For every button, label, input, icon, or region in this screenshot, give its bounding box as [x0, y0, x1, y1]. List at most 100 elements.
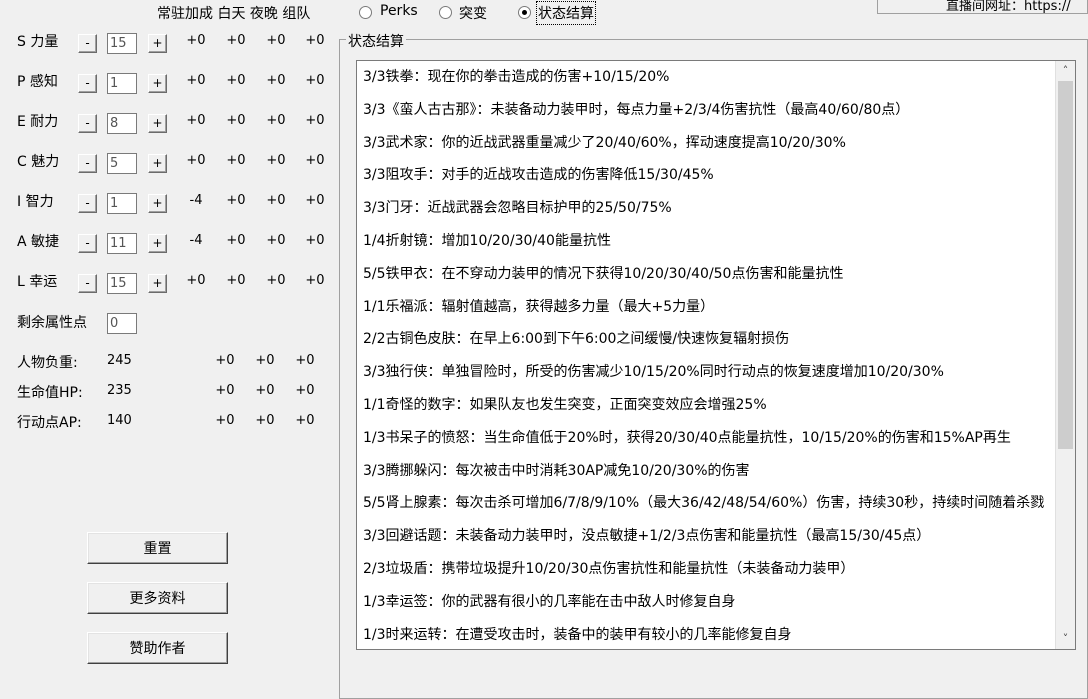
more-info-button[interactable]: 更多资料	[87, 582, 228, 614]
stat-decrease-button[interactable]: -	[78, 194, 97, 213]
stat-bonus: +0	[266, 113, 286, 128]
tab-mutations[interactable]: 突变	[459, 3, 487, 23]
tab-status-radio[interactable]	[518, 6, 531, 19]
chevron-down-icon[interactable]: ˅	[1056, 629, 1075, 649]
remaining-points-field[interactable]	[107, 313, 137, 334]
stat-label: E 耐力	[17, 114, 59, 130]
stat-bonus: -4	[189, 233, 203, 248]
stat-increase-button[interactable]: +	[148, 34, 167, 53]
derived-bonus: +0	[255, 413, 275, 428]
result-line: 3/3门牙：近战武器会忽略目标护甲的25/50/75%	[363, 200, 672, 217]
stat-value-field[interactable]	[107, 113, 137, 134]
result-line: 5/5铁甲衣：在不穿动力装甲的情况下获得10/20/30/40/50点伤害和能量…	[363, 265, 844, 282]
stat-decrease-button[interactable]: -	[78, 154, 97, 173]
column-headers: 常驻加成 白天 夜晚 组队	[157, 6, 311, 22]
stat-bonus: +0	[226, 193, 246, 208]
derived-bonus: +0	[295, 383, 315, 398]
derived-label: 生命值HP:	[17, 385, 83, 401]
stat-label: L 幸运	[17, 274, 58, 290]
stat-bonus: +0	[266, 273, 286, 288]
stat-decrease-button[interactable]: -	[78, 114, 97, 133]
stat-increase-button[interactable]: +	[148, 194, 167, 213]
result-line: 1/4折射镜：增加10/20/30/40能量抗性	[363, 233, 611, 249]
derived-bonus: +0	[215, 353, 235, 368]
reset-button[interactable]: 重置	[87, 532, 228, 564]
stat-bonus: +0	[305, 113, 325, 128]
stat-decrease-button[interactable]: -	[78, 234, 97, 253]
stat-increase-button[interactable]: +	[148, 154, 167, 173]
result-line: 3/3回避话题：未装备动力装甲时，没点敏捷+1/2/3点伤害和能量抗性（最高15…	[363, 528, 931, 545]
stat-value-field[interactable]	[107, 273, 137, 294]
stat-label: P 感知	[17, 74, 58, 90]
result-line: 3/3《蛮人古古那》：未装备动力装甲时，每点力量+2/3/4伤害抗性（最高40/…	[363, 101, 910, 118]
stat-increase-button[interactable]: +	[148, 274, 167, 293]
stream-url-field: 直播间网址：https://	[877, 0, 1088, 14]
stat-label: I 智力	[17, 194, 54, 210]
result-line: 1/3时来运转：在遭受攻击时，装备中的装甲有较小的几率能修复自身	[363, 626, 792, 643]
stat-value-field[interactable]	[107, 73, 137, 94]
stat-increase-button[interactable]: +	[148, 74, 167, 93]
remaining-points-label: 剩余属性点	[17, 315, 87, 331]
sponsor-button[interactable]: 赞助作者	[87, 632, 228, 664]
scrollbar-thumb[interactable]	[1058, 81, 1073, 449]
stat-bonus: -4	[189, 193, 203, 208]
stat-bonus: +0	[186, 273, 206, 288]
stat-bonus: +0	[266, 193, 286, 208]
derived-value: 140	[107, 413, 132, 428]
tab-mutations-radio[interactable]	[439, 6, 452, 19]
stat-value-field[interactable]	[107, 153, 137, 174]
stat-value-field[interactable]	[107, 193, 137, 214]
stat-bonus: +0	[226, 153, 246, 168]
stat-value-field[interactable]	[107, 33, 137, 54]
result-line: 1/3书呆子的愤怒：当生命值低于20%时，获得20/30/40点能量抗性，10/…	[363, 429, 1011, 446]
result-line: 1/3幸运签：你的武器有很小的几率能在击中敌人时修复自身	[363, 593, 736, 610]
stat-bonus: +0	[266, 233, 286, 248]
stat-bonus: +0	[186, 153, 206, 168]
stat-bonus: +0	[305, 153, 325, 168]
stat-increase-button[interactable]: +	[148, 114, 167, 133]
derived-bonus: +0	[215, 413, 235, 428]
derived-label: 人物负重:	[17, 355, 78, 371]
result-line: 5/5肾上腺素：每次击杀可增加6/7/8/9/10%（最大36/42/48/54…	[363, 495, 1045, 512]
result-line: 3/3武术家：你的近战武器重量减少了20/40/60%，挥动速度提高10/20/…	[363, 134, 846, 151]
stream-url-label: 直播间网址：https://	[946, 0, 1071, 14]
result-line: 2/2古铜色皮肤：在早上6:00到下午6:00之间缓慢/快速恢复辐射损伤	[363, 331, 790, 348]
stat-bonus: +0	[186, 73, 206, 88]
result-line: 3/3腾挪躲闪：每次被击中时消耗30AP减免10/20/30%的伤害	[363, 462, 750, 479]
derived-bonus: +0	[255, 353, 275, 368]
result-line: 1/1乐福派：辐射值越高，获得越多力量（最大+5力量）	[363, 298, 715, 315]
tab-perks-radio[interactable]	[359, 6, 372, 19]
results-scrollbar[interactable]: ˄ ˅	[1055, 61, 1075, 649]
stat-bonus: +0	[226, 73, 246, 88]
stat-bonus: +0	[305, 73, 325, 88]
result-line: 3/3阻攻手：对手的近战攻击造成的伤害降低15/30/45%	[363, 167, 714, 184]
stat-label: A 敏捷	[17, 234, 60, 250]
chevron-up-icon[interactable]: ˄	[1056, 61, 1075, 81]
stat-bonus: +0	[266, 153, 286, 168]
stat-increase-button[interactable]: +	[148, 234, 167, 253]
stat-bonus: +0	[226, 273, 246, 288]
stat-decrease-button[interactable]: -	[78, 74, 97, 93]
derived-value: 245	[107, 353, 132, 368]
stat-bonus: +0	[226, 113, 246, 128]
derived-bonus: +0	[295, 413, 315, 428]
derived-bonus: +0	[295, 353, 315, 368]
derived-label: 行动点AP:	[17, 415, 82, 431]
result-line: 1/1奇怪的数字：如果队友也发生突变，正面突变效应会增强25%	[363, 397, 767, 413]
derived-bonus: +0	[255, 383, 275, 398]
derived-bonus: +0	[215, 383, 235, 398]
results-list[interactable]: 3/3铁拳：现在你的拳击造成的伤害+10/15/20% 3/3《蛮人古古那》：未装…	[356, 60, 1076, 650]
tab-status[interactable]: 状态结算	[536, 1, 596, 25]
stat-decrease-button[interactable]: -	[78, 274, 97, 293]
stat-decrease-button[interactable]: -	[78, 34, 97, 53]
stat-bonus: +0	[305, 193, 325, 208]
stat-bonus: +0	[305, 33, 325, 48]
stat-label: S 力量	[17, 34, 59, 50]
result-line: 3/3铁拳：现在你的拳击造成的伤害+10/15/20%	[363, 69, 670, 85]
result-line: 2/3垃圾盾：携带垃圾提升10/20/30点伤害抗性和能量抗性（未装备动力装甲）	[363, 561, 855, 577]
stat-value-field[interactable]	[107, 233, 137, 254]
tab-perks[interactable]: Perks	[380, 3, 418, 19]
results-group-title: 状态结算	[346, 31, 406, 51]
stat-bonus: +0	[226, 33, 246, 48]
stat-bonus: +0	[226, 233, 246, 248]
